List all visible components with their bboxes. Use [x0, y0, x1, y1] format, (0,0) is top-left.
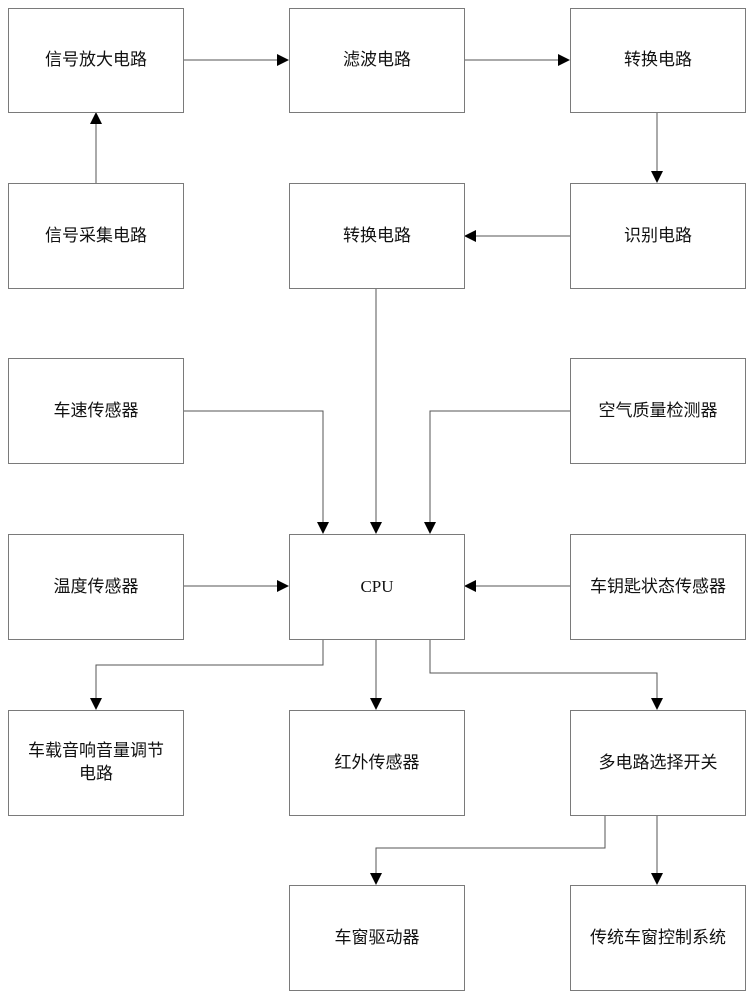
node-legacy-window-control: 传统车窗控制系统 [570, 885, 746, 991]
node-window-driver: 车窗驱动器 [289, 885, 465, 991]
node-label: 车速传感器 [53, 400, 139, 421]
node-audio-volume-circuit: 车载音响音量调节电路 [8, 710, 184, 816]
node-label: 传统车窗控制系统 [590, 927, 726, 948]
node-air-quality-detector: 空气质量检测器 [570, 358, 746, 464]
node-label: 滤波电路 [343, 50, 411, 71]
node-label: 多电路选择开关 [598, 752, 718, 773]
edge-cpu-switch [429, 639, 663, 710]
node-speed-sensor: 车速传感器 [8, 358, 184, 464]
node-conversion-circuit-1: 转换电路 [570, 8, 746, 113]
node-label: 信号采集电路 [45, 225, 147, 246]
node-label: 温度传感器 [53, 576, 139, 597]
node-label: 识别电路 [624, 225, 692, 246]
edge-switch-driver [370, 815, 606, 885]
node-label: 车窗驱动器 [334, 927, 420, 948]
node-signal-amplifier: 信号放大电路 [8, 8, 184, 113]
node-signal-collection: 信号采集电路 [8, 183, 184, 289]
node-label: 车载音响音量调节电路 [28, 741, 164, 784]
node-conversion-circuit-2: 转换电路 [289, 183, 465, 289]
edge-cpu-audio [90, 639, 324, 710]
node-label: CPU [360, 576, 394, 596]
edge-air-cpu [424, 410, 570, 534]
node-label: 空气质量检测器 [598, 400, 718, 421]
edge-speed-cpu [183, 410, 329, 534]
connection-layer [90, 54, 663, 885]
node-label: 车钥匙状态传感器 [590, 576, 726, 597]
node-filter-circuit: 滤波电路 [289, 8, 465, 113]
node-label: 转换电路 [343, 225, 411, 246]
node-multi-circuit-switch: 多电路选择开关 [570, 710, 746, 816]
node-label: 红外传感器 [334, 752, 420, 773]
node-label: 信号放大电路 [45, 50, 147, 71]
node-key-state-sensor: 车钥匙状态传感器 [570, 534, 746, 640]
node-label: 转换电路 [624, 50, 692, 71]
node-cpu: CPU [289, 534, 465, 640]
node-infrared-sensor: 红外传感器 [289, 710, 465, 816]
node-temperature-sensor: 温度传感器 [8, 534, 184, 640]
node-recognition-circuit: 识别电路 [570, 183, 746, 289]
